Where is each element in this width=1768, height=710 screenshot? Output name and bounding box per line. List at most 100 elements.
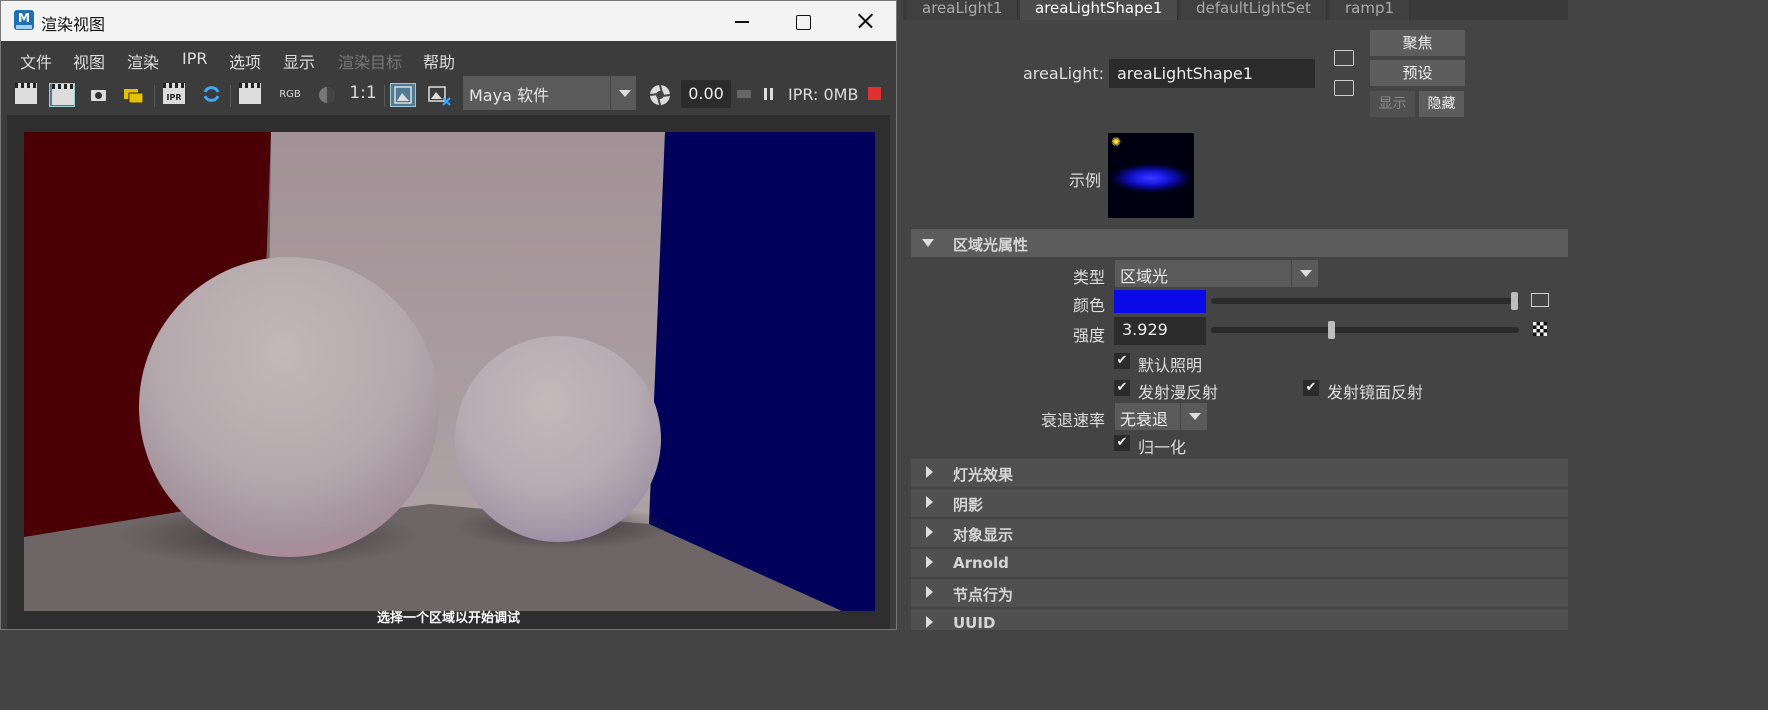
normalize-checkbox[interactable]: ✔ xyxy=(1114,435,1130,451)
decay-rate-label: 衰退速率 xyxy=(1040,411,1105,430)
intensity-field[interactable]: 3.929 xyxy=(1114,317,1206,345)
section-title: Arnold xyxy=(953,554,1009,572)
render-settings-icon[interactable] xyxy=(237,83,263,107)
light-type-value: 区域光 xyxy=(1120,267,1169,286)
focus-button[interactable]: 聚焦 xyxy=(1370,30,1465,56)
render-sequence-icon[interactable] xyxy=(121,83,147,107)
toolbar-separator xyxy=(230,85,231,107)
tab-arealight1[interactable]: areaLight1 xyxy=(907,0,1019,20)
intensity-slider-handle[interactable] xyxy=(1328,321,1336,339)
attribute-editor: areaLight1 areaLightShape1 defaultLightS… xyxy=(903,0,1568,630)
menu-help[interactable]: 帮助 xyxy=(423,49,455,73)
viewport-status: 选择一个区域以开始调试 xyxy=(376,611,520,626)
render-region-icon[interactable] xyxy=(49,83,75,107)
node-name-field[interactable]: areaLightShape1 xyxy=(1109,59,1315,88)
intensity-slider-track[interactable] xyxy=(1211,327,1519,333)
section-title: 灯光效果 xyxy=(953,466,1014,484)
menu-options[interactable]: 选项 xyxy=(229,49,261,73)
triangle-right-icon xyxy=(926,466,933,478)
maya-app-icon: M xyxy=(14,10,34,30)
tab-arealightshape1[interactable]: areaLightShape1 xyxy=(1020,0,1179,20)
illuminates-default-label: 默认照明 xyxy=(1138,356,1203,375)
render-toolbar: IPR RGB 1:1 xyxy=(1,75,896,113)
remove-image-icon[interactable] xyxy=(426,83,452,107)
section-title: 对象显示 xyxy=(953,526,1014,544)
color-swatch[interactable] xyxy=(1114,290,1206,313)
decay-rate-value: 无衰退 xyxy=(1120,410,1169,429)
color-slider-track[interactable] xyxy=(1211,298,1519,304)
checker-map-icon[interactable] xyxy=(1533,322,1547,336)
title-bar: M 渲染视图 xyxy=(1,1,896,41)
menu-ipr[interactable]: IPR xyxy=(182,49,207,68)
exposure-aperture-icon[interactable] xyxy=(647,83,673,107)
section-arnold[interactable]: Arnold xyxy=(911,549,1568,577)
chevron-down-icon xyxy=(1180,403,1207,430)
chevron-down-icon xyxy=(610,76,636,110)
menu-file[interactable]: 文件 xyxy=(20,49,52,73)
section-area-light-attributes[interactable]: 区域光属性 xyxy=(911,229,1568,257)
ipr-render-icon[interactable]: IPR xyxy=(161,83,187,107)
snapshot-camera-icon[interactable] xyxy=(85,83,111,107)
menu-render-target: 渲染目标 xyxy=(338,53,403,72)
pause-ipr-icon[interactable] xyxy=(763,88,775,100)
gamma-slider[interactable] xyxy=(737,90,751,98)
tab-defaultlightset[interactable]: defaultLightSet xyxy=(1181,0,1327,20)
light-icon: ✺ xyxy=(1111,135,1122,149)
section-uuid[interactable]: UUID xyxy=(911,609,1568,630)
rgb-channel-icon[interactable]: RGB xyxy=(277,83,303,107)
node-type-label: areaLight: xyxy=(1023,64,1104,83)
sphere-small xyxy=(455,336,661,542)
color-slider-handle[interactable] xyxy=(1511,292,1518,310)
section-light-effects[interactable]: 灯光效果 xyxy=(911,459,1568,487)
real-size-icon[interactable]: 1:1 xyxy=(347,81,379,105)
output-connection-icon[interactable] xyxy=(1334,80,1354,96)
renderer-dropdown[interactable]: Maya 软件 xyxy=(463,76,636,110)
section-title: UUID xyxy=(953,614,996,630)
emit-specular-checkbox[interactable]: ✔ xyxy=(1303,380,1319,396)
swatch-label: 示例 xyxy=(1069,171,1102,190)
section-title: 节点行为 xyxy=(953,586,1014,604)
menu-view[interactable]: 视图 xyxy=(73,49,105,73)
close-button[interactable] xyxy=(849,7,881,35)
color-label: 颜色 xyxy=(1072,296,1105,315)
keep-image-icon[interactable] xyxy=(390,83,416,107)
exposure-field[interactable]: 0.00 xyxy=(681,80,731,108)
emit-specular-label: 发射镜面反射 xyxy=(1327,383,1424,402)
menu-render[interactable]: 渲染 xyxy=(127,49,159,73)
sphere-large xyxy=(139,257,439,557)
menu-display[interactable]: 显示 xyxy=(283,49,315,73)
decay-rate-dropdown[interactable]: 无衰退 xyxy=(1115,403,1207,430)
window-title: 渲染视图 xyxy=(41,15,106,34)
triangle-right-icon xyxy=(926,496,933,508)
section-title: 区域光属性 xyxy=(953,236,1029,254)
tab-ramp1[interactable]: ramp1 xyxy=(1330,0,1411,20)
refresh-ipr-icon[interactable] xyxy=(198,83,224,107)
triangle-right-icon xyxy=(926,616,933,628)
light-type-dropdown[interactable]: 区域光 xyxy=(1115,260,1318,287)
rendered-image xyxy=(24,132,875,611)
renderer-value: Maya 软件 xyxy=(469,86,549,105)
emit-diffuse-checkbox[interactable]: ✔ xyxy=(1114,380,1130,396)
intensity-label: 强度 xyxy=(1072,326,1105,345)
section-title: 阴影 xyxy=(953,496,984,514)
section-object-display[interactable]: 对象显示 xyxy=(911,519,1568,547)
render-viewport[interactable]: 选择一个区域以开始调试 xyxy=(7,115,890,629)
stop-render-icon[interactable] xyxy=(868,87,881,100)
redo-render-icon[interactable] xyxy=(13,83,39,107)
node-tab-bar: areaLight1 areaLightShape1 defaultLightS… xyxy=(903,0,1568,20)
presets-button[interactable]: 预设 xyxy=(1370,60,1465,86)
map-button-icon[interactable] xyxy=(1531,293,1549,307)
illuminates-default-checkbox[interactable]: ✔ xyxy=(1114,353,1130,369)
alpha-channel-icon[interactable] xyxy=(314,83,340,107)
triangle-down-icon xyxy=(922,239,934,247)
ipr-memory-label: IPR: 0MB xyxy=(788,85,859,104)
hide-button[interactable]: 隐藏 xyxy=(1419,91,1464,117)
minimize-button[interactable] xyxy=(725,7,757,35)
show-button: 显示 xyxy=(1370,91,1415,117)
render-view-window: M 渲染视图 文件 视图 渲染 IPR 选项 显示 渲染目标 帮助 IPR RG… xyxy=(0,0,897,630)
input-connection-icon[interactable] xyxy=(1334,50,1354,66)
type-label: 类型 xyxy=(1072,268,1105,287)
section-node-behavior[interactable]: 节点行为 xyxy=(911,579,1568,607)
section-shadows[interactable]: 阴影 xyxy=(911,489,1568,517)
maximize-button[interactable] xyxy=(787,7,819,35)
